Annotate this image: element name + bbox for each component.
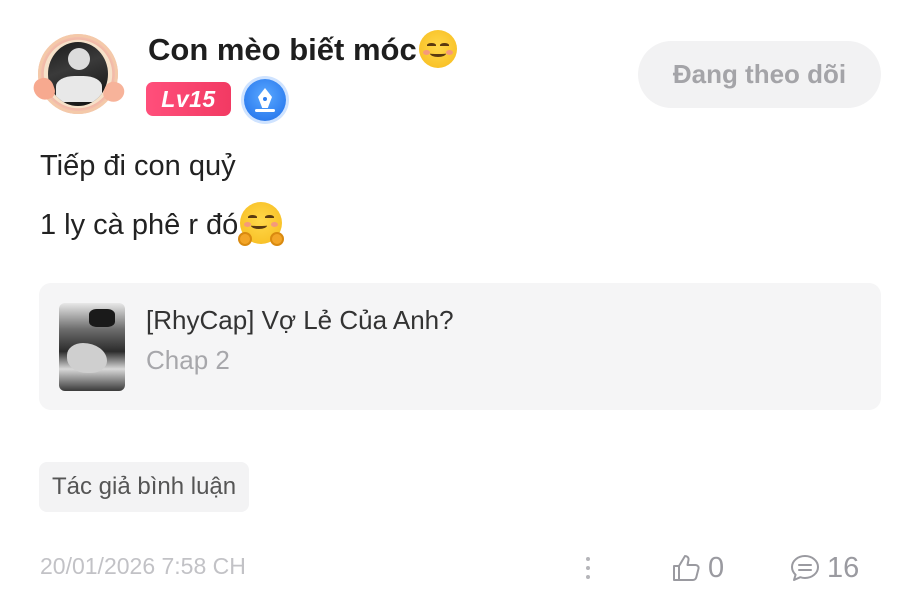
level-badge: Lv15 [146, 82, 231, 116]
more-vertical-icon[interactable] [580, 553, 596, 583]
chapter-card[interactable]: [RhyCap] Vợ Lẻ Của Anh? Chap 2 [39, 283, 881, 410]
chapter-cover-thumbnail [59, 303, 125, 391]
like-button[interactable]: 0 [670, 548, 724, 588]
comment-timestamp: 20/01/2026 7:58 CH [40, 553, 246, 579]
pen-badge-icon[interactable] [244, 79, 286, 121]
smiling-face-emoji [418, 30, 457, 68]
comment-text: 1 ly cà phê r đó [40, 209, 239, 241]
avatar[interactable] [30, 30, 127, 114]
comment-text-line: 1 ly cà phê r đó [40, 202, 285, 246]
author-comment-tag: Tác giả bình luận [39, 462, 250, 512]
chapter-number: Chap 2 [146, 345, 230, 375]
thumbs-up-icon [673, 555, 700, 581]
username[interactable]: Con mèo biết móc [148, 30, 457, 70]
hugging-face-emoji [238, 202, 285, 246]
username-text: Con mèo biết móc [148, 32, 417, 67]
comment-icon [791, 555, 819, 581]
avatar-photo [48, 42, 108, 106]
like-count: 0 [708, 551, 725, 584]
chapter-title: [RhyCap] Vợ Lẻ Của Anh? [146, 305, 454, 335]
reply-count: 16 [827, 551, 860, 584]
comment-text-line: Tiếp đi con quỷ [40, 150, 236, 182]
following-button[interactable]: Đang theo dõi [638, 41, 881, 108]
reply-button[interactable]: 16 [789, 548, 859, 588]
